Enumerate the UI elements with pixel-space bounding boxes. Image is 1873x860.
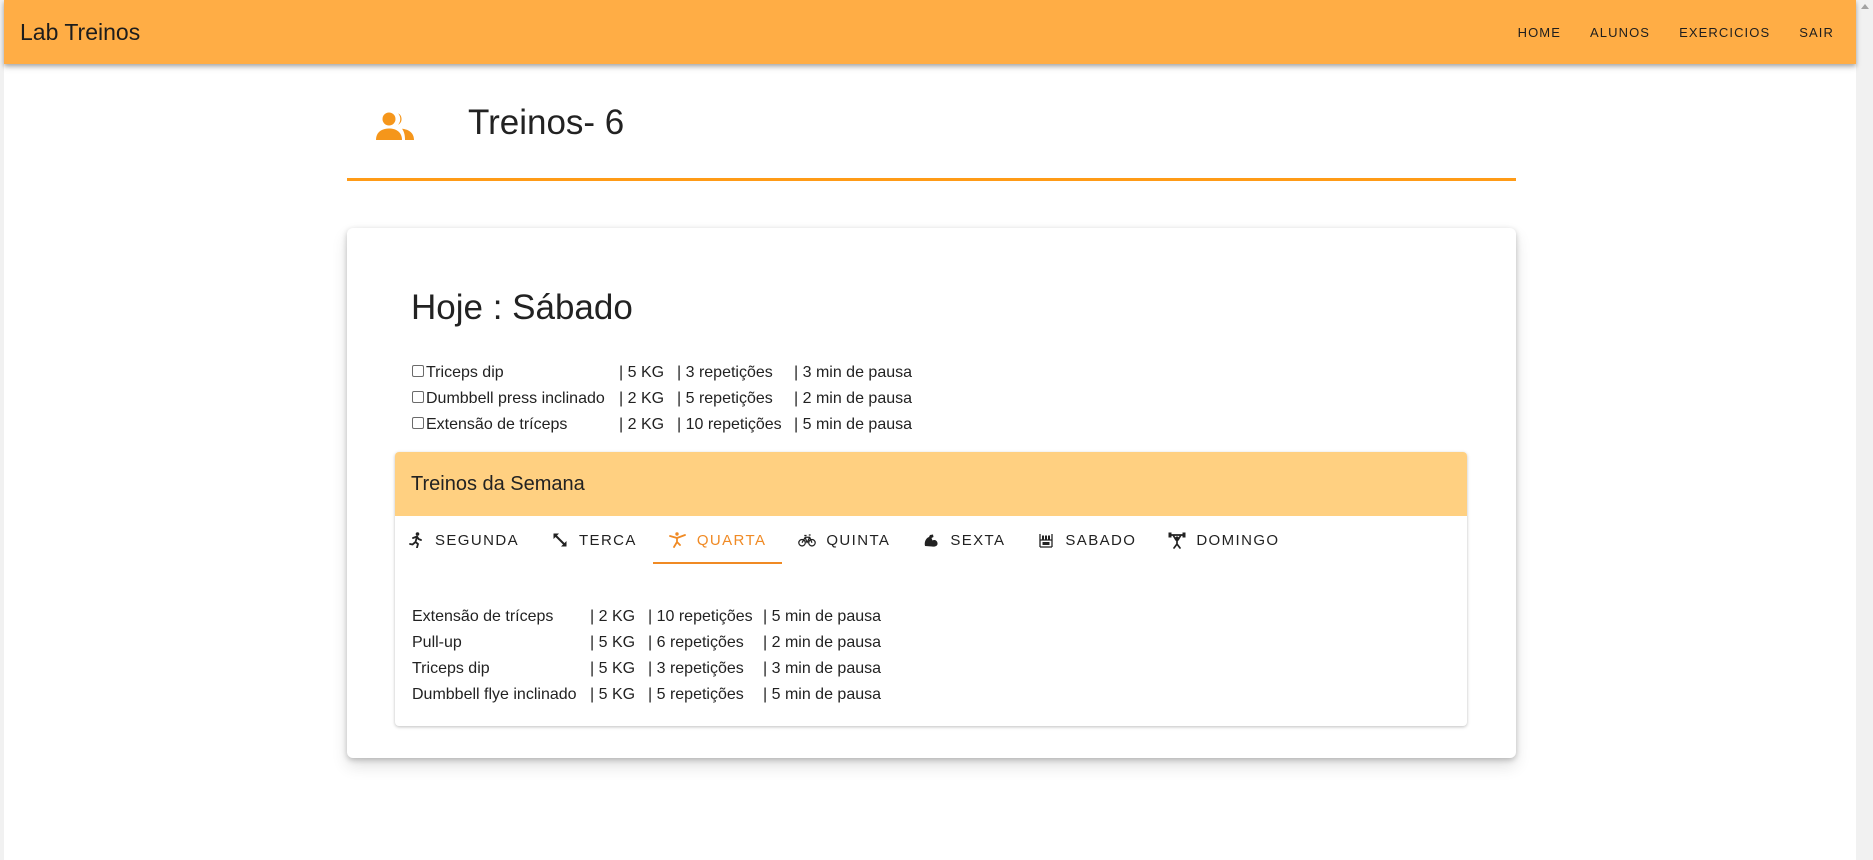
exercise-reps: | 10 repetições bbox=[677, 416, 782, 433]
tab-label: SABADO bbox=[1065, 531, 1137, 549]
bicycle-icon bbox=[798, 531, 817, 549]
nav-home[interactable]: HOME bbox=[1518, 25, 1561, 40]
nav-sair[interactable]: SAIR bbox=[1799, 25, 1834, 40]
exercise-reps: | 3 repetições bbox=[677, 364, 773, 381]
exercise-pause: | 5 min de pausa bbox=[763, 686, 882, 703]
exercise-weight: | 5 KG bbox=[590, 634, 636, 651]
exercise-checkbox[interactable] bbox=[412, 417, 424, 429]
tab-label: SEGUNDA bbox=[435, 531, 519, 549]
page-title: Treinos- 6 bbox=[468, 103, 625, 142]
weightlifter-icon bbox=[1168, 531, 1186, 549]
tab-segunda[interactable]: SEGUNDA bbox=[405, 516, 535, 564]
tab-label: TERCA bbox=[578, 531, 637, 549]
running-icon bbox=[407, 531, 425, 549]
week-panel-title: Treinos da Semana bbox=[395, 452, 1467, 516]
exercise-name: Dumbbell flye inclinado bbox=[412, 686, 577, 703]
today-title: Hoje : Sábado bbox=[411, 288, 633, 327]
exercise-weight: | 5 KG bbox=[590, 686, 636, 703]
page-header: Treinos- 6 bbox=[347, 88, 1516, 181]
kicking-icon bbox=[668, 531, 687, 549]
exercise-pause: | 3 min de pausa bbox=[763, 660, 882, 677]
exercise-weight: | 2 KG bbox=[590, 608, 636, 625]
tab-quarta[interactable]: QUARTA bbox=[652, 516, 783, 564]
tab-label: DOMINGO bbox=[1196, 531, 1280, 549]
exercise-reps: | 10 repetições bbox=[648, 608, 753, 625]
exercise-name: Extensão de tríceps bbox=[412, 608, 554, 625]
scroll-up-arrow-icon[interactable] bbox=[1861, 4, 1869, 9]
week-exercise-row: Triceps dip | 5 KG | 3 repetições | 3 mi… bbox=[412, 656, 881, 682]
exercise-name: Triceps dip bbox=[412, 660, 490, 677]
week-exercise-row: Pull-up | 5 KG | 6 repetições | 2 min de… bbox=[412, 630, 881, 656]
treino-card: Hoje : Sábado Triceps dip | 5 KG | 3 rep… bbox=[347, 228, 1516, 758]
exercise-name: Pull-up bbox=[412, 634, 462, 651]
today-exercise-row: Dumbbell press inclinado | 2 KG | 5 repe… bbox=[412, 386, 912, 412]
nav-exercicios[interactable]: EXERCICIOS bbox=[1679, 25, 1770, 40]
exercise-reps: | 6 repetições bbox=[648, 634, 744, 651]
app-bar: Lab Treinos HOME ALUNOS EXERCICIOS SAIR bbox=[4, 0, 1856, 64]
week-exercise-row: Dumbbell flye inclinado | 5 KG | 5 repet… bbox=[412, 682, 881, 708]
week-exercise-list: Extensão de tríceps | 2 KG | 10 repetiçõ… bbox=[412, 604, 881, 708]
nav-alunos[interactable]: ALUNOS bbox=[1590, 25, 1650, 40]
weights-rack-icon bbox=[1037, 531, 1055, 549]
exercise-checkbox[interactable] bbox=[412, 391, 424, 403]
tab-terca[interactable]: TERCA bbox=[535, 516, 653, 564]
exercise-pause: | 2 min de pausa bbox=[763, 634, 882, 651]
people-icon bbox=[374, 110, 416, 147]
exercise-weight: | 5 KG bbox=[619, 364, 665, 381]
day-tabs: SEGUNDA TERCA QUARTA QUINTA SEXTA SABADO… bbox=[395, 516, 1467, 564]
tab-label: QUARTA bbox=[696, 531, 767, 549]
flexed-arm-icon bbox=[922, 531, 940, 549]
exercise-weight: | 2 KG bbox=[619, 390, 665, 407]
today-exercise-row: Triceps dip | 5 KG | 3 repetições | 3 mi… bbox=[412, 360, 912, 386]
week-panel: Treinos da Semana SEGUNDA TERCA QUARTA Q… bbox=[395, 452, 1467, 726]
tab-label: QUINTA bbox=[826, 531, 891, 549]
tab-domingo[interactable]: DOMINGO bbox=[1152, 516, 1295, 564]
left-edge bbox=[0, 0, 4, 860]
expand-arrows-icon bbox=[551, 531, 569, 549]
exercise-pause: | 2 min de pausa bbox=[794, 390, 913, 407]
exercise-pause: | 3 min de pausa bbox=[794, 364, 913, 381]
exercise-pause: | 5 min de pausa bbox=[794, 416, 913, 433]
exercise-name: Triceps dip bbox=[426, 364, 504, 381]
exercise-name: Extensão de tríceps bbox=[426, 416, 568, 433]
exercise-weight: | 5 KG bbox=[590, 660, 636, 677]
tab-quinta[interactable]: QUINTA bbox=[782, 516, 906, 564]
tab-sexta[interactable]: SEXTA bbox=[906, 516, 1021, 564]
exercise-checkbox[interactable] bbox=[412, 365, 424, 377]
vertical-scrollbar[interactable] bbox=[1856, 0, 1873, 860]
tab-sabado[interactable]: SABADO bbox=[1021, 516, 1152, 564]
exercise-pause: | 5 min de pausa bbox=[763, 608, 882, 625]
exercise-reps: | 5 repetições bbox=[648, 686, 744, 703]
today-exercise-row: Extensão de tríceps | 2 KG | 10 repetiçõ… bbox=[412, 412, 912, 438]
exercise-weight: | 2 KG bbox=[619, 416, 665, 433]
exercise-reps: | 3 repetições bbox=[648, 660, 744, 677]
week-exercise-row: Extensão de tríceps | 2 KG | 10 repetiçõ… bbox=[412, 604, 881, 630]
exercise-reps: | 5 repetições bbox=[677, 390, 773, 407]
app-title[interactable]: Lab Treinos bbox=[20, 19, 140, 46]
today-exercise-list: Triceps dip | 5 KG | 3 repetições | 3 mi… bbox=[412, 360, 912, 438]
viewport: Lab Treinos HOME ALUNOS EXERCICIOS SAIR … bbox=[0, 0, 1873, 860]
exercise-name: Dumbbell press inclinado bbox=[426, 390, 605, 407]
tab-label: SEXTA bbox=[950, 531, 1006, 549]
top-nav: HOME ALUNOS EXERCICIOS SAIR bbox=[1518, 25, 1834, 40]
